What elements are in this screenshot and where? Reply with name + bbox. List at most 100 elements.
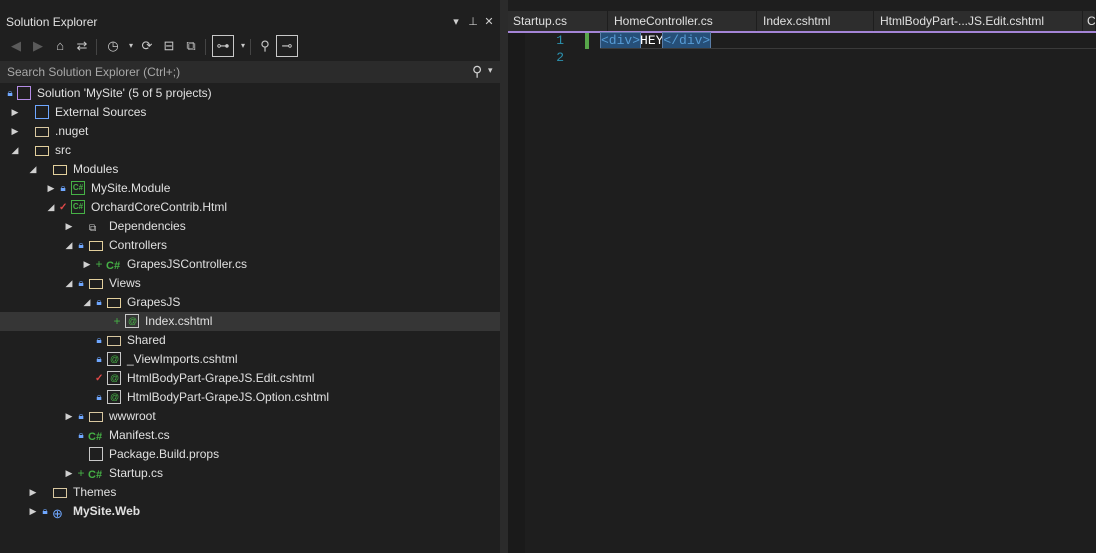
- tree-item-label: Shared: [127, 333, 166, 347]
- tree-item-shared[interactable]: 🔒︎ Shared: [0, 331, 500, 350]
- tree-item-package-build-props[interactable]: Package.Build.props: [0, 445, 500, 464]
- toolbar-separator: [205, 39, 206, 55]
- editor-tab-strip: Startup.cs HomeController.cs Index.cshtm…: [508, 11, 1096, 31]
- lock-icon: 🔒︎: [60, 183, 66, 194]
- tab-homecontroller-cs[interactable]: HomeController.cs: [609, 11, 757, 31]
- lock-icon: 🔒︎: [78, 411, 84, 422]
- search-icon[interactable]: ⚲: [472, 63, 482, 80]
- window-position-dropdown-icon[interactable]: ▾: [449, 14, 463, 30]
- tree-item-viewimports[interactable]: 🔒︎ @ _ViewImports.cshtml: [0, 350, 500, 369]
- lock-icon: 🔒︎: [78, 430, 84, 441]
- tree-item-index-cshtml[interactable]: + @ Index.cshtml: [0, 312, 500, 331]
- tree-item-views[interactable]: ◢ 🔒︎ Views: [0, 274, 500, 293]
- pending-changes-filter-icon[interactable]: ◷: [104, 37, 122, 55]
- tab-htmlbodypart-edit[interactable]: HtmlBodyPart-...JS.Edit.cshtml: [875, 11, 1083, 31]
- razor-file-icon: @: [107, 371, 121, 385]
- collapse-icon[interactable]: ◢: [28, 160, 38, 179]
- tree-item-controllers[interactable]: ◢ 🔒︎ Controllers: [0, 236, 500, 255]
- tree-item-label: GrapesJS: [127, 295, 181, 309]
- panel-splitter[interactable]: [500, 0, 508, 553]
- tree-item-solution[interactable]: 🔒︎ Solution 'MySite' (5 of 5 projects): [0, 84, 500, 103]
- expand-icon[interactable]: ▶: [64, 464, 74, 483]
- folder-open-icon: [89, 279, 103, 289]
- expand-icon[interactable]: ▶: [10, 103, 20, 122]
- tree-item-startup[interactable]: ▶ + C# Startup.cs: [0, 464, 500, 483]
- open-tag: <div>: [599, 32, 642, 49]
- tree-item-mysite-module[interactable]: ▶ 🔒︎ C# MySite.Module: [0, 179, 500, 198]
- element-content: HEY: [640, 33, 664, 48]
- collapse-icon[interactable]: ◢: [82, 293, 92, 312]
- expand-icon[interactable]: ▶: [28, 502, 38, 521]
- collapse-icon[interactable]: ◢: [64, 236, 74, 255]
- tree-item-wwwroot[interactable]: ▶ 🔒︎ wwwroot: [0, 407, 500, 426]
- pin-icon[interactable]: ⊥: [466, 14, 480, 30]
- tree-item-modules[interactable]: ◢ Modules: [0, 160, 500, 179]
- expand-icon[interactable]: ▶: [28, 483, 38, 502]
- show-all-files-icon[interactable]: ⧉: [182, 37, 200, 55]
- tree-item-label: Modules: [73, 162, 119, 176]
- solution-explorer-panel: Solution Explorer ▾ ⊥ ✕ ◀ ▶ ⌂ ⇄ ◷ ▾ ⟳ ⊟ …: [0, 0, 500, 553]
- home-icon[interactable]: ⌂: [51, 37, 69, 55]
- tree-item-htmlbodypart-edit[interactable]: ✓ @ HtmlBodyPart-GrapeJS.Edit.cshtml: [0, 369, 500, 388]
- collapse-icon[interactable]: ◢: [64, 274, 74, 293]
- search-box[interactable]: Search Solution Explorer (Ctrl+;) ⚲ ▾: [0, 61, 500, 83]
- line-number: 1: [556, 33, 564, 48]
- lock-icon: 🔒︎: [78, 240, 84, 251]
- expand-icon[interactable]: ▶: [64, 217, 74, 236]
- panel-title: Solution Explorer: [6, 15, 98, 29]
- toolbar-separator: [250, 39, 251, 55]
- tree-item-label: .nuget: [55, 124, 89, 138]
- tree-item-src[interactable]: ◢ src: [0, 141, 500, 160]
- search-input[interactable]: Search Solution Explorer (Ctrl+;): [7, 65, 180, 79]
- tree-item-orchardcorecontrib-html[interactable]: ◢ ✓ C# OrchardCoreContrib.Html: [0, 198, 500, 217]
- back-icon[interactable]: ◀: [7, 37, 25, 55]
- forward-icon[interactable]: ▶: [29, 37, 47, 55]
- collapse-icon[interactable]: ◢: [10, 141, 20, 160]
- props-file-icon: [89, 447, 103, 461]
- expand-icon[interactable]: ▶: [46, 179, 56, 198]
- folder-open-icon: [35, 146, 49, 156]
- tree-item-label: OrchardCoreContrib.Html: [91, 200, 228, 214]
- close-tag: </div>: [662, 32, 712, 49]
- properties-icon[interactable]: ⚲: [256, 37, 274, 55]
- tab-index-cshtml[interactable]: Index.cshtml: [758, 11, 874, 31]
- tree-item-external-sources[interactable]: ▶ External Sources: [0, 103, 500, 122]
- csproj-icon: C#: [71, 200, 85, 214]
- tree-item-htmlbodypart-option[interactable]: 🔒︎ @ HtmlBodyPart-GrapeJS.Option.cshtml: [0, 388, 500, 407]
- csharp-file-icon: C#: [88, 469, 103, 481]
- tree-item-grapesjs-folder[interactable]: ◢ 🔒︎ GrapesJS: [0, 293, 500, 312]
- code-line-1[interactable]: <div>HEY</div>: [599, 32, 712, 49]
- tree-item-nuget[interactable]: ▶ .nuget: [0, 122, 500, 141]
- switch-views-icon[interactable]: ⇄: [73, 37, 91, 55]
- tree-item-label: MySite.Web: [73, 504, 141, 518]
- folder-icon: [89, 412, 103, 422]
- chevron-down-icon[interactable]: ▾: [488, 65, 493, 76]
- tree-item-manifest[interactable]: 🔒︎ C# Manifest.cs: [0, 426, 500, 445]
- close-icon[interactable]: ✕: [482, 14, 496, 30]
- tree-item-label: Index.cshtml: [145, 314, 213, 328]
- tree-item-mysite-web[interactable]: ▶ 🔒︎ ⊕ MySite.Web: [0, 502, 500, 521]
- added-icon: +: [95, 257, 103, 271]
- git-icon[interactable]: ⊸: [276, 35, 298, 57]
- external-sources-icon: [35, 105, 49, 119]
- tree-item-label: Solution 'MySite' (5 of 5 projects): [37, 86, 212, 100]
- preview-selected-icon[interactable]: ⊶: [212, 35, 234, 57]
- tree-item-grapesjscontroller[interactable]: ▶ + C# GrapesJSController.cs: [0, 255, 500, 274]
- checked-out-icon: ✓: [95, 373, 104, 384]
- tree-item-label: Package.Build.props: [109, 447, 220, 461]
- expand-icon[interactable]: ▶: [10, 122, 20, 141]
- tree-item-label: wwwroot: [109, 409, 156, 423]
- collapse-icon[interactable]: ◢: [46, 198, 56, 217]
- razor-file-icon: @: [107, 390, 121, 404]
- collapse-all-icon[interactable]: ⊟: [160, 37, 178, 55]
- razor-file-icon: @: [125, 314, 139, 328]
- tab-startup-cs[interactable]: Startup.cs: [508, 11, 608, 31]
- sync-icon[interactable]: ⟳: [138, 37, 156, 55]
- tree-item-dependencies[interactable]: ▶ ⧉ Dependencies: [0, 217, 500, 236]
- expand-icon[interactable]: ▶: [64, 407, 74, 426]
- expand-icon[interactable]: ▶: [82, 255, 92, 274]
- tab-overflow[interactable]: C: [1084, 11, 1096, 31]
- solution-explorer-toolbar: ◀ ▶ ⌂ ⇄ ◷ ▾ ⟳ ⊟ ⧉ ⊶ ▾ ⚲ ⊸: [0, 35, 500, 59]
- tree-item-label: Manifest.cs: [109, 428, 170, 442]
- tree-item-themes[interactable]: ▶ Themes: [0, 483, 500, 502]
